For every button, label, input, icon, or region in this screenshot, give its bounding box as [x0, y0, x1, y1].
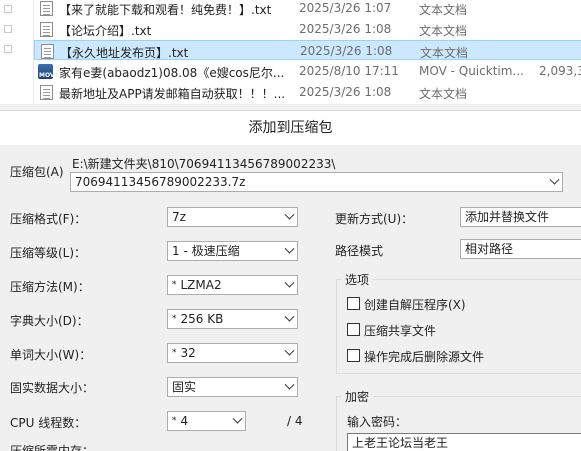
encryption-group: 加密 输入密码： 上老王论坛当老王 [336, 388, 581, 451]
chevron-down-icon [284, 243, 295, 254]
archive-name-combo[interactable]: 70694113456789002233.7z [70, 172, 563, 192]
cpu-total: / 4 [287, 414, 303, 428]
dialog-title: 添加到压缩包 [0, 111, 581, 145]
text-file-icon [40, 22, 53, 37]
update-select[interactable]: 添加并替换文件 [460, 207, 581, 227]
word-value: 32 [180, 346, 196, 360]
memory-label: 压缩所需内存： [10, 444, 95, 451]
encryption-title: 加密 [341, 388, 374, 405]
sfx-label: 创建自解压程序(X) [364, 298, 466, 312]
file-row[interactable]: 【论坛介绍】.txt 2025/3/26 1:08 文本文档 [34, 19, 581, 39]
file-date: 2025/3/26 1:08 [300, 44, 393, 58]
chevron-down-icon [284, 345, 295, 356]
update-label: 更新方式(U)： [335, 212, 414, 226]
file-size: 2,093,3 [539, 64, 581, 78]
solid-value: 固实 [172, 380, 197, 394]
file-row[interactable]: 最新地址及APP请发邮箱自动获取！！！... 2025/3/26 1:08 文本… [34, 82, 581, 102]
file-row[interactable]: MOV 家有e妻(abaodz1)08.08《e嫂cos尼尔... 2025/8… [34, 61, 581, 81]
method-label: 压缩方法(M)： [10, 280, 90, 294]
chevron-down-icon [284, 311, 295, 322]
update-value: 添加并替换文件 [465, 210, 550, 224]
solid-label: 固实数据大小： [10, 381, 95, 395]
file-type: 文本文档 [419, 24, 468, 38]
file-date: 2025/3/26 1:07 [299, 1, 392, 15]
shared-files-checkbox[interactable] [347, 323, 360, 336]
password-input[interactable]: 上老王论坛当老王 [347, 433, 581, 451]
method-value: LZMA2 [180, 278, 222, 292]
cpu-select[interactable]: * 4 [167, 411, 246, 431]
path-mode-value: 相对路径 [465, 242, 514, 256]
asterisk-icon: * [172, 348, 177, 358]
solid-select[interactable]: 固实 [167, 377, 298, 397]
level-label: 压缩等级(L)： [10, 246, 87, 260]
shared-files-label: 压缩共享文件 [364, 324, 437, 338]
file-type: 文本文档 [420, 46, 469, 60]
asterisk-icon: * [172, 314, 177, 324]
file-row[interactable]: 【来了就能下载和观看！纯免费！】.txt 2025/3/26 1:07 文本文档 [34, 0, 581, 18]
cpu-label: CPU 线程数： [10, 416, 87, 430]
level-value: 1 - 极速压缩 [172, 244, 240, 258]
file-type: 文本文档 [419, 87, 468, 101]
file-type: MOV - Quicktim... [419, 64, 524, 78]
file-type: 文本文档 [419, 3, 468, 17]
chevron-down-icon [232, 413, 243, 424]
file-name: 【论坛介绍】.txt [59, 24, 152, 38]
pin-icon [4, 25, 12, 33]
file-date: 2025/8/10 17:11 [299, 64, 399, 78]
dict-select[interactable]: * 256 KB [167, 309, 298, 329]
file-name: 家有e妻(abaodz1)08.08《e嫂cos尼尔... [59, 66, 285, 80]
options-group: 选项 创建自解压程序(X) 压缩共享文件 操作完成后删除源文件 [336, 271, 581, 374]
dict-value: 256 KB [180, 312, 224, 326]
path-mode-select[interactable]: 相对路径 [460, 239, 581, 259]
cpu-value: 4 [180, 414, 189, 428]
path-mode-label: 路径模式 [335, 244, 384, 258]
word-select[interactable]: * 32 [167, 343, 298, 363]
archive-name-value: 70694113456789002233.7z [75, 175, 246, 189]
password-label: 输入密码： [347, 415, 408, 429]
dict-label: 字典大小(D)： [10, 314, 89, 328]
chevron-down-icon [284, 277, 295, 288]
word-label: 单词大小(W)： [10, 348, 92, 362]
file-name: 最新地址及APP请发邮箱自动获取！！！... [59, 87, 286, 101]
options-title: 选项 [341, 271, 374, 288]
chevron-down-icon [284, 209, 295, 220]
text-file-icon [40, 1, 53, 16]
nav-pane-strip [0, 0, 34, 104]
method-select[interactable]: * LZMA2 [167, 275, 298, 295]
chevron-down-icon [549, 174, 560, 185]
file-date: 2025/3/26 1:08 [299, 22, 392, 36]
add-to-archive-dialog: 添加到压缩包 压缩包(A) E:\新建文件夹\810\7069411345678… [0, 110, 581, 451]
file-row-selected[interactable]: 【永久地址发布页】.txt 2025/3/26 1:08 文本文档 [34, 40, 581, 60]
format-label: 压缩格式(F)： [10, 212, 87, 226]
text-file-icon [40, 85, 53, 100]
archive-path: E:\新建文件夹\810\70694113456789002233\ [72, 157, 336, 171]
format-value: 7z [172, 210, 186, 224]
text-file-icon [41, 44, 54, 59]
asterisk-icon: * [172, 416, 177, 426]
sfx-checkbox[interactable] [347, 297, 360, 310]
chevron-down-icon [284, 379, 295, 390]
file-name: 【永久地址发布页】.txt [60, 46, 189, 60]
archive-label: 压缩包(A) [10, 165, 64, 179]
format-select[interactable]: 7z [167, 207, 298, 227]
delete-after-checkbox[interactable] [347, 349, 360, 362]
file-name: 【来了就能下载和观看！纯免费！】.txt [59, 3, 272, 17]
file-date: 2025/3/26 1:08 [299, 85, 392, 99]
mov-file-icon: MOV [38, 64, 55, 79]
level-select[interactable]: 1 - 极速压缩 [167, 241, 298, 261]
file-list: 【来了就能下载和观看！纯免费！】.txt 2025/3/26 1:07 文本文档… [0, 0, 581, 104]
delete-after-label: 操作完成后删除源文件 [364, 350, 485, 364]
pin-icon [4, 45, 12, 53]
asterisk-icon: * [172, 280, 177, 290]
pin-icon [4, 5, 12, 13]
